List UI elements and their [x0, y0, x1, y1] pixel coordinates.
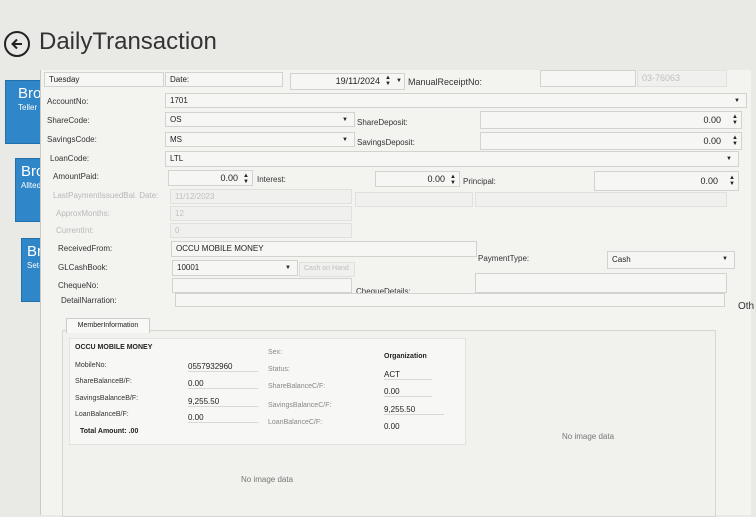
account-value: 1701 — [170, 96, 188, 105]
date-label: Date: — [165, 72, 283, 87]
cheque-no-input[interactable] — [172, 278, 352, 293]
loan-bf-label: LoanBalanceB/F: — [75, 411, 129, 418]
amount-paid-value: 0.00 — [220, 173, 238, 183]
tab-member-information[interactable]: MemberInformation — [66, 318, 150, 333]
chevron-down-icon: ▼ — [285, 265, 291, 271]
mobile-value: 0557932960 — [188, 362, 258, 372]
organization-label: Organization — [384, 353, 427, 360]
spinner-icon[interactable]: ▲ ▼ — [732, 114, 738, 126]
payment-type-value: Cash — [612, 255, 631, 264]
share-cf-value: 0.00 — [384, 387, 432, 397]
photo-placeholder: No image data — [562, 432, 615, 441]
savings-code-label: SavingsCode: — [47, 135, 97, 144]
share-deposit-label: ShareDeposit: — [357, 118, 408, 127]
other-label: Oth — [738, 301, 755, 312]
principal-input[interactable]: 0.00 ▲ ▼ — [594, 171, 739, 191]
savings-cf-label: SavingsBalanceC/F: — [268, 402, 332, 409]
manual-receipt-input[interactable] — [540, 70, 636, 87]
savings-code-select[interactable]: MS ▼ — [165, 132, 355, 147]
savings-bf-label: SavingsBalanceB/F: — [75, 395, 139, 402]
receipt-ref: 03-76063 — [637, 70, 727, 87]
interest-value: 0.00 — [427, 174, 445, 184]
mobile-label: MobileNo: — [75, 362, 107, 369]
cashbook-name-button[interactable]: Cash on Hand — [299, 262, 355, 277]
day-field: Tuesday — [44, 72, 164, 87]
payment-type-select[interactable]: Cash ▼ — [607, 251, 735, 269]
manual-receipt-label: ManualReceiptNo: — [408, 77, 483, 87]
spinner-icon[interactable]: ▲ ▼ — [450, 174, 456, 186]
spinner-icon[interactable]: ▲ ▼ — [732, 135, 738, 147]
chevron-down-icon: ▼ — [722, 256, 728, 262]
tile-label: Bro — [18, 85, 42, 102]
savings-bf-value: 9,255.50 — [188, 397, 258, 407]
loan-code-label: LoanCode: — [50, 154, 90, 163]
account-select[interactable]: 1701 ▼ — [165, 93, 747, 108]
arrow-left-icon — [11, 38, 22, 50]
sex-label: Sex: — [268, 349, 283, 356]
account-label: AccountNo: — [47, 97, 89, 106]
share-bf-label: ShareBalanceB/F: — [75, 378, 132, 385]
cheque-details-input[interactable] — [475, 273, 727, 293]
savings-deposit-value: 0.00 — [703, 136, 721, 146]
loan-code-value: LTL — [170, 154, 184, 163]
chevron-down-icon: ▼ — [726, 156, 732, 162]
amount-paid-label: AmountPaid: — [53, 172, 99, 181]
approx-months-field: 12 — [170, 206, 352, 221]
date-picker[interactable]: 19/11/2024 ▲ ▼ ▼ — [290, 73, 405, 90]
tile-sublabel: Allted — [21, 181, 42, 190]
principal-label: Principal: — [463, 177, 496, 186]
cashbook-value: 10001 — [177, 263, 200, 272]
member-name: OCCU MOBILE MONEY — [75, 344, 153, 351]
tile-sublabel: Teller — [18, 103, 38, 112]
date-value: 19/11/2024 — [335, 76, 380, 86]
loan-code-select[interactable]: LTL ▼ — [165, 151, 739, 167]
spinner-icon[interactable]: ▲ ▼ — [729, 175, 735, 187]
share-deposit-input[interactable]: 0.00 ▲ ▼ — [480, 111, 742, 129]
share-code-label: ShareCode: — [47, 116, 90, 125]
status-label: Status: — [268, 366, 290, 373]
share-deposit-value: 0.00 — [703, 115, 721, 125]
cashbook-select[interactable]: 10001 ▼ — [172, 260, 298, 276]
last-payment-field: 11/12/2023 — [170, 189, 352, 204]
amount-paid-input[interactable]: 0.00 ▲ ▼ — [168, 170, 253, 186]
interest-label: Interest: — [257, 175, 286, 184]
share-cf-label: ShareBalanceC/F: — [268, 383, 326, 390]
signature-placeholder: No image data — [241, 475, 294, 484]
payment-type-label: PaymentType: — [478, 254, 530, 263]
back-button[interactable] — [4, 31, 30, 57]
share-code-value: OS — [170, 115, 182, 124]
principal-value: 0.00 — [700, 176, 718, 186]
interest-input[interactable]: 0.00 ▲ ▼ — [375, 171, 460, 187]
spinner-icon[interactable]: ▲ ▼ — [243, 173, 249, 185]
savings-deposit-label: SavingsDeposit: — [357, 138, 415, 147]
date-spin-icon[interactable]: ▲ ▼ — [385, 75, 391, 87]
received-from-input[interactable]: OCCU MOBILE MONEY — [171, 241, 477, 257]
cheque-no-label: ChequeNo: — [58, 281, 99, 290]
approx-months-label: ApproxMonths: — [56, 209, 110, 218]
last-payment-label: LastPaymentIssuedBal. Date: — [53, 191, 159, 200]
received-from-label: ReceivedFrom: — [58, 244, 113, 253]
page-title: DailyTransaction — [39, 28, 217, 55]
loan-bf-value: 0.00 — [188, 413, 258, 423]
savings-deposit-input[interactable]: 0.00 ▲ ▼ — [480, 132, 742, 150]
loan-cf-value: 0.00 — [384, 422, 400, 431]
date-dropdown-icon[interactable]: ▼ — [396, 78, 402, 84]
current-int-field: 0 — [170, 223, 352, 238]
cashbook-label: GLCashBook: — [58, 263, 108, 272]
dim-field — [355, 192, 473, 207]
status-value: ACT — [384, 370, 432, 380]
detail-narration-input[interactable] — [175, 293, 725, 307]
detail-narration-label: DetailNarration: — [61, 296, 117, 305]
chevron-down-icon: ▼ — [342, 137, 348, 143]
chevron-down-icon: ▼ — [342, 117, 348, 123]
dim-field — [475, 192, 727, 207]
savings-code-value: MS — [170, 135, 182, 144]
savings-cf-value: 9,255.50 — [384, 405, 444, 415]
share-code-select[interactable]: OS ▼ — [165, 112, 355, 127]
share-bf-value: 0.00 — [188, 379, 258, 389]
current-int-label: CurrentInt: — [56, 226, 94, 235]
total-amount: Total Amount: .00 — [80, 428, 139, 435]
loan-cf-label: LoanBalanceC/F: — [268, 419, 323, 426]
chevron-down-icon: ▼ — [734, 98, 740, 104]
